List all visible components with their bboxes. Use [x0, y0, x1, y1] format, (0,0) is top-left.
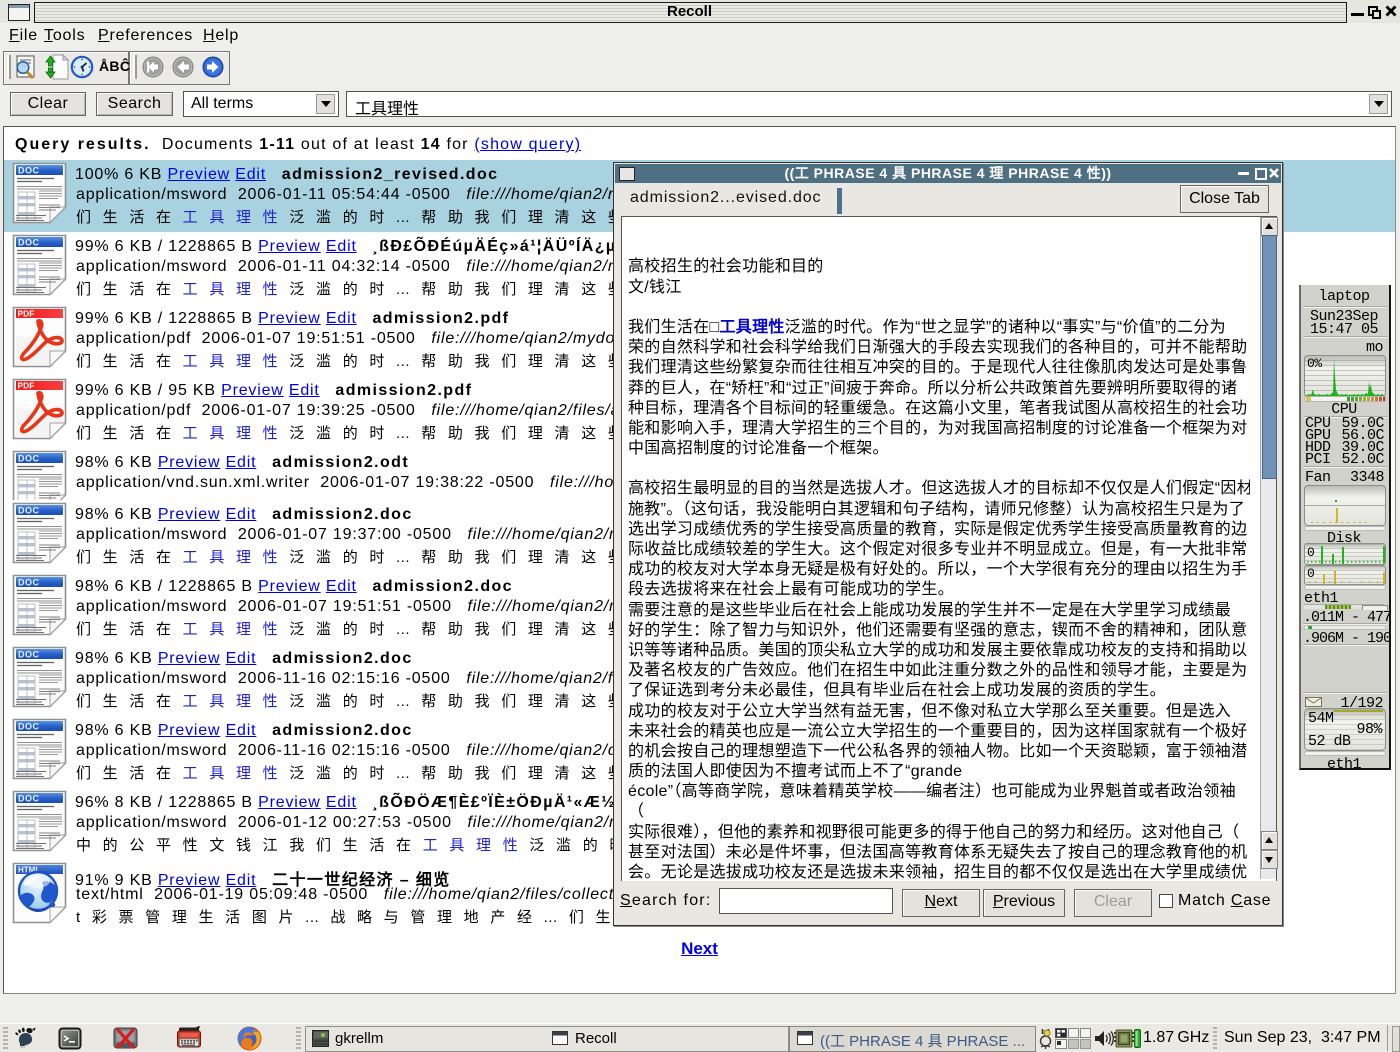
svg-text:DOC: DOC [18, 238, 40, 248]
svg-text:PDF: PDF [18, 381, 35, 391]
svg-text:DOC: DOC [18, 454, 40, 464]
svg-text:DOC: DOC [18, 794, 40, 804]
svg-text:DOC: DOC [18, 506, 40, 516]
svg-text:PDF: PDF [18, 309, 35, 319]
svg-text:DOC: DOC [18, 650, 40, 660]
svg-text:DOC: DOC [18, 166, 40, 176]
svg-text:DOC: DOC [18, 722, 40, 732]
svg-text:DOC: DOC [18, 578, 40, 588]
